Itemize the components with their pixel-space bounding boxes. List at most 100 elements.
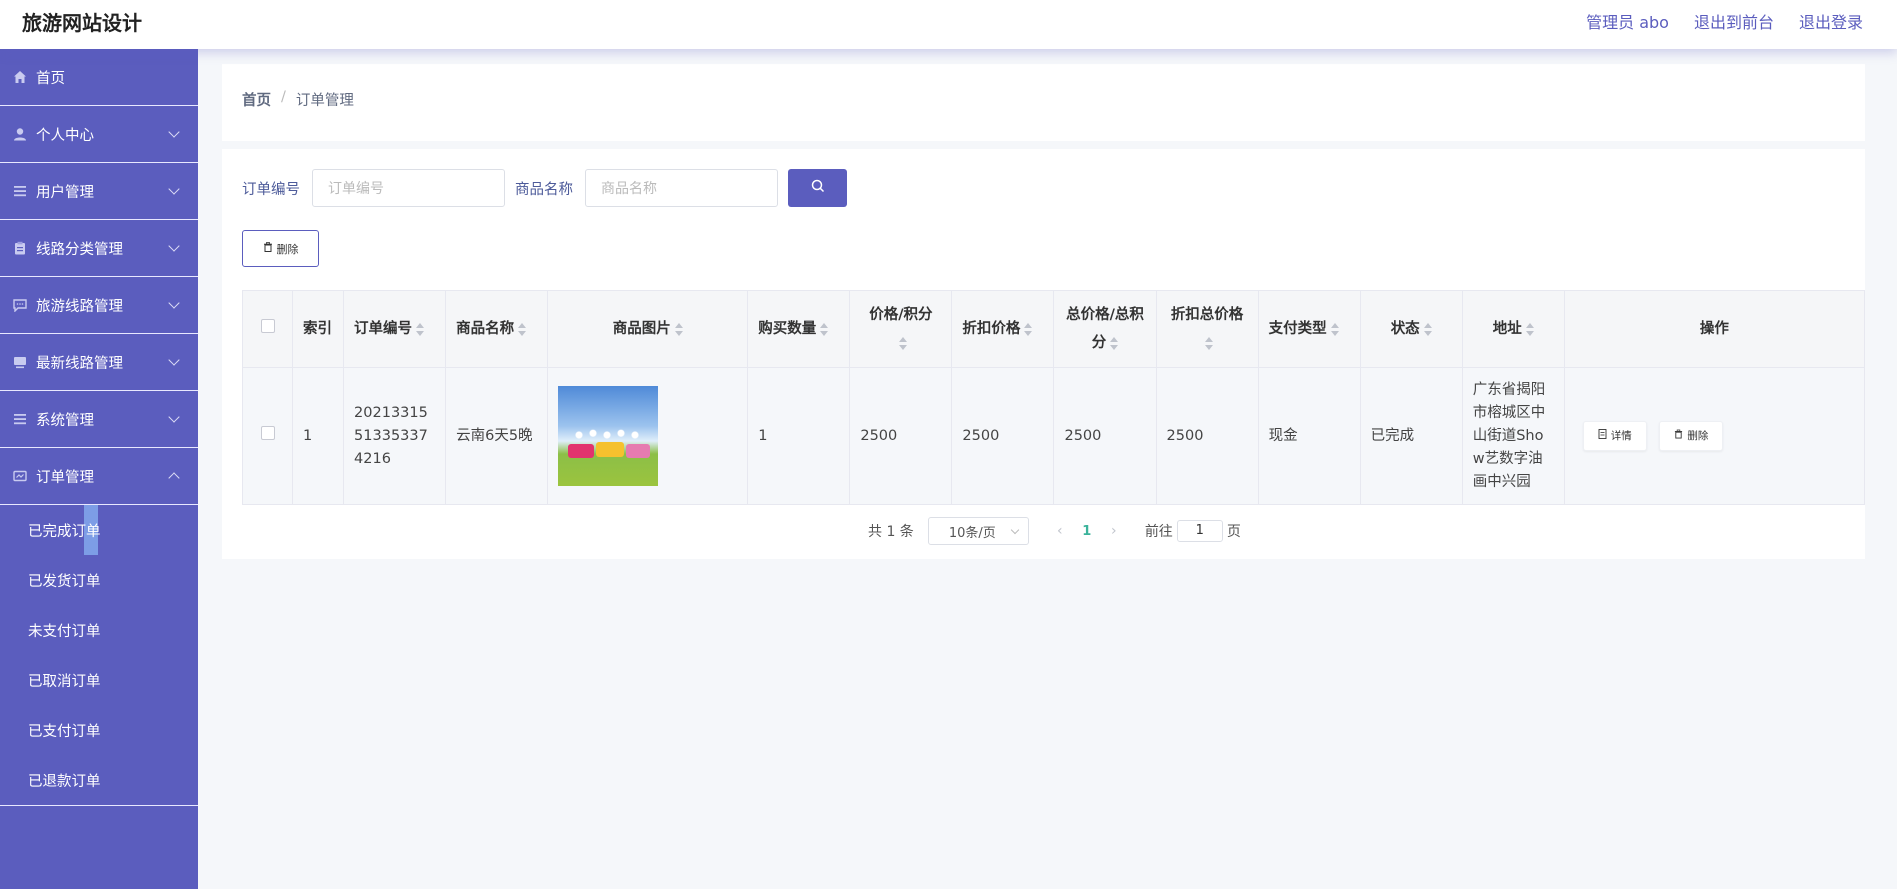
submenu-item-cancelled-orders[interactable]: 已取消订单 <box>0 655 198 705</box>
sidebar-item-user-management[interactable]: 用户管理 <box>0 163 198 220</box>
breadcrumb: 首页 / 订单管理 <box>242 89 354 110</box>
sort-icon[interactable] <box>1423 322 1432 336</box>
sort-icon[interactable] <box>898 336 907 350</box>
sidebar-item-label: 用户管理 <box>36 184 94 201</box>
col-goods-name[interactable]: 商品名称 <box>445 290 549 368</box>
sort-icon[interactable] <box>820 322 829 336</box>
select-all-cell <box>241 290 294 368</box>
top-header: 旅游网站设计 管理员 abo 退出到前台 退出登录 <box>0 0 1897 49</box>
thumbnail-car <box>626 444 651 458</box>
page-size-select[interactable]: 10条/页 <box>927 517 1029 545</box>
sort-icon[interactable] <box>1024 322 1033 336</box>
row-checkbox[interactable] <box>260 425 275 440</box>
thumbnail-car <box>568 444 595 458</box>
sort-icon[interactable] <box>416 322 425 336</box>
sidebar-item-order-management[interactable]: 订单管理 <box>0 448 198 505</box>
user-icon <box>13 127 27 141</box>
row-select-cell <box>241 367 294 505</box>
sort-icon[interactable] <box>1205 336 1214 350</box>
page-number-current[interactable]: 1 <box>1075 524 1099 539</box>
sidebar-item-label: 系统管理 <box>36 412 94 429</box>
sidebar-item-label: 订单管理 <box>36 469 94 486</box>
col-index-label: 索引 <box>303 321 333 337</box>
sort-icon[interactable] <box>674 322 683 336</box>
sidebar-item-route-category[interactable]: 线路分类管理 <box>0 220 198 277</box>
col-quantity[interactable]: 购买数量 <box>747 290 851 368</box>
sort-icon[interactable] <box>518 322 527 336</box>
chevron-down-icon <box>168 126 180 138</box>
cell-goods-name: 云南6天5晚 <box>445 367 549 505</box>
page-size-value: 10条/页 <box>948 525 996 541</box>
chevron-down-icon <box>168 354 180 366</box>
submenu-item-shipped-orders[interactable]: 已发货订单 <box>0 555 198 605</box>
row-delete-button[interactable]: 删除 <box>1659 421 1724 451</box>
sidebar-item-home[interactable]: 首页 <box>0 49 198 106</box>
cell-order-no: 20213315513353374216 <box>343 367 447 505</box>
table-row: 1 20213315513353374216 云南6天5晚 1 2500 250… <box>241 367 1866 505</box>
order-no-input[interactable]: 订单编号 <box>312 169 505 207</box>
thumbnail-car <box>596 442 625 457</box>
admin-user-label[interactable]: 管理员 abo <box>1586 9 1669 33</box>
goto-prefix: 前往 <box>1144 524 1173 540</box>
breadcrumb-home[interactable]: 首页 <box>242 89 271 110</box>
select-all-checkbox[interactable] <box>260 319 275 333</box>
next-page-icon[interactable]: › <box>1099 523 1129 539</box>
sort-icon[interactable] <box>1525 322 1534 336</box>
goto-page-input[interactable]: 1 <box>1176 520 1223 542</box>
sidebar-item-system[interactable]: 系统管理 <box>0 391 198 448</box>
batch-delete-button[interactable]: 删除 <box>242 230 319 267</box>
cell-goods-image <box>547 367 749 505</box>
cell-discount-price: 2500 <box>951 367 1055 505</box>
sort-icon[interactable] <box>1330 322 1339 336</box>
col-pay-type[interactable]: 支付类型 <box>1257 290 1361 368</box>
detail-button[interactable]: 详情 <box>1582 421 1647 451</box>
cell-pay-type: 现金 <box>1257 367 1361 505</box>
breadcrumb-separator: / <box>281 89 286 105</box>
submenu-item-label: 已退款订单 <box>28 773 101 790</box>
col-discount-total[interactable]: 折扣总价格 <box>1155 290 1259 368</box>
sidebar: 首页 个人中心 用户管理 线路分类管理 旅游线路管理 最新线路管理 系统管理 订… <box>0 49 198 889</box>
card-icon <box>13 469 27 483</box>
col-goods-image[interactable]: 商品图片 <box>547 290 749 368</box>
chevron-down-icon <box>168 297 180 309</box>
trash-icon <box>263 242 273 255</box>
col-address[interactable]: 地址 <box>1461 290 1565 368</box>
submenu-item-label: 已发货订单 <box>28 573 101 590</box>
sidebar-item-personal-center[interactable]: 个人中心 <box>0 106 198 163</box>
document-icon <box>1598 425 1607 448</box>
sidebar-item-latest-route[interactable]: 最新线路管理 <box>0 334 198 391</box>
col-status[interactable]: 状态 <box>1359 290 1463 368</box>
col-discount-price[interactable]: 折扣价格 <box>951 290 1055 368</box>
prev-page-icon[interactable]: ‹ <box>1045 523 1075 539</box>
goods-thumbnail[interactable] <box>558 386 659 486</box>
submenu-item-unpaid-orders[interactable]: 未支付订单 <box>0 605 198 655</box>
back-to-front-link[interactable]: 退出到前台 <box>1694 9 1774 33</box>
home-icon <box>13 70 27 84</box>
order-list-card: 订单编号 订单编号 商品名称 商品名称 删除 索引 订单编号 商品名称 商品图片… <box>222 149 1866 559</box>
col-order-no[interactable]: 订单编号 <box>343 290 447 368</box>
col-quantity-label: 购买数量 <box>758 321 817 337</box>
chevron-down-icon <box>168 240 180 252</box>
col-price[interactable]: 价格/积分 <box>849 290 953 368</box>
cell-quantity: 1 <box>747 367 851 505</box>
search-button[interactable] <box>788 169 847 207</box>
chevron-up-icon <box>168 472 180 484</box>
submenu-item-refunded-orders[interactable]: 已退款订单 <box>0 755 198 805</box>
sort-icon[interactable] <box>1110 336 1119 350</box>
pagination: 共 1 条 10条/页 ‹ 1 › 前往 1 页 <box>868 517 1241 545</box>
submenu-item-completed-orders[interactable]: 已完成订单 <box>0 505 198 555</box>
goods-name-input[interactable]: 商品名称 <box>585 169 778 207</box>
logout-link[interactable]: 退出登录 <box>1799 9 1863 33</box>
clipboard-icon <box>13 241 27 255</box>
order-submenu: 已完成订单 已发货订单 未支付订单 已取消订单 已支付订单 已退款订单 <box>0 505 198 806</box>
trash-icon <box>1674 425 1683 448</box>
detail-label: 详情 <box>1610 429 1632 442</box>
cell-address: 广东省揭阳市榕城区中山街道Show艺数字油画中兴园 <box>1461 367 1565 505</box>
col-index: 索引 <box>292 290 345 368</box>
submenu-item-label: 未支付订单 <box>28 623 101 640</box>
submenu-item-paid-orders[interactable]: 已支付订单 <box>0 705 198 755</box>
sidebar-item-travel-route[interactable]: 旅游线路管理 <box>0 277 198 334</box>
col-price-label: 价格/积分 <box>869 307 933 323</box>
search-icon <box>811 179 825 197</box>
col-total-price[interactable]: 总价格/总积分 <box>1053 290 1157 368</box>
